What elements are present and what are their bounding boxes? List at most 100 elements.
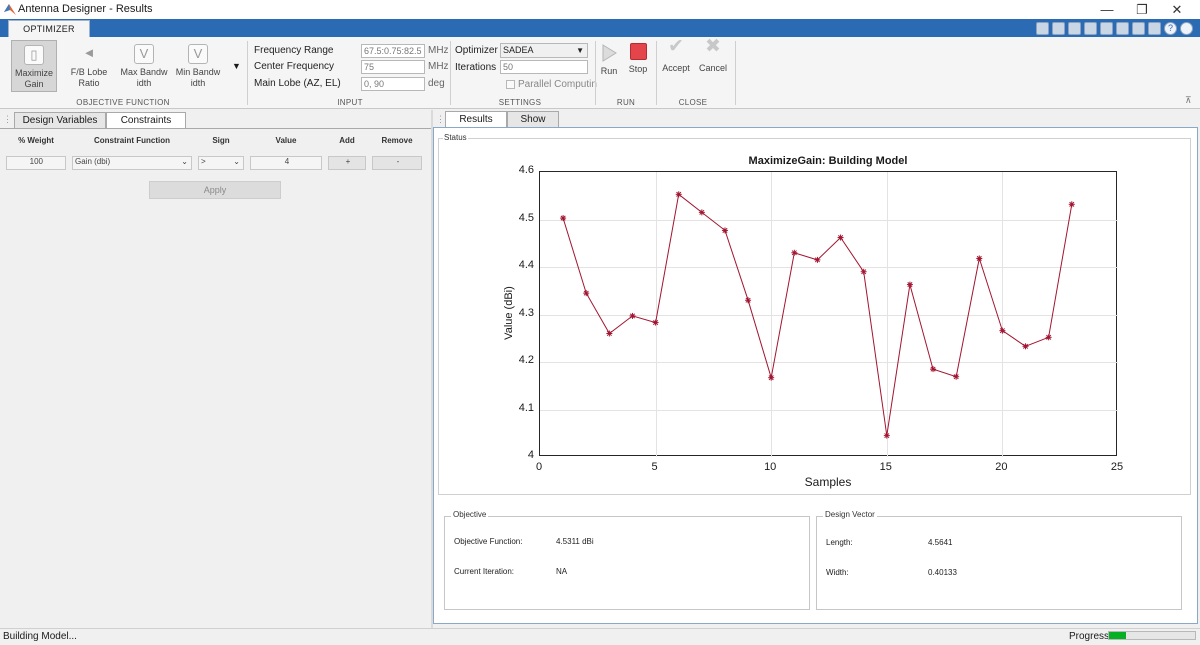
objective-function-section: OBJECTIVE FUNCTION: [76, 98, 170, 107]
layout-icon[interactable]: [1132, 22, 1145, 35]
main-lobe-input[interactable]: 0, 90: [361, 77, 425, 91]
tab-optimizer[interactable]: OPTIMIZER: [8, 20, 90, 37]
cancel-x-icon: ✖: [705, 36, 721, 57]
objective-function-label: Objective Function:: [454, 537, 523, 546]
weight-input[interactable]: 100: [6, 156, 66, 170]
copy-icon[interactable]: [1068, 22, 1081, 35]
main-lobe-unit: deg: [428, 78, 445, 89]
x-tick-label: 20: [995, 461, 1008, 473]
save-icon[interactable]: [1036, 22, 1049, 35]
sign-value: >: [201, 157, 206, 166]
collapse-ribbon-icon[interactable]: ⊼: [1185, 95, 1192, 106]
run-section: RUN: [616, 98, 636, 107]
current-iteration-value: NA: [556, 567, 568, 576]
progress-fill: [1109, 632, 1127, 639]
optimizer-label: Optimizer: [455, 45, 498, 56]
panel-grip-icon: ⋮: [3, 114, 12, 124]
data-point: [768, 374, 775, 381]
data-point: [1022, 343, 1029, 350]
redo-icon[interactable]: [1116, 22, 1129, 35]
value-input[interactable]: 4: [250, 156, 322, 170]
optimizer-select[interactable]: SADEA ▼: [500, 43, 588, 58]
cancel-label: Cancel: [698, 63, 727, 73]
iterations-input[interactable]: 50: [500, 60, 588, 74]
remove-constraint-button[interactable]: -: [372, 156, 422, 170]
y-axis-label: Value (dBi): [503, 286, 515, 340]
cancel-button[interactable]: ✖ Cancel: [696, 36, 730, 85]
accept-button[interactable]: ✔ Accept: [659, 37, 693, 85]
run-button[interactable]: Run: [598, 39, 620, 85]
cut-icon[interactable]: [1052, 22, 1065, 35]
tab-constraints[interactable]: Constraints: [106, 112, 186, 129]
frequency-range-input[interactable]: 67.5:0.75:82.5: [361, 44, 425, 58]
objective-group: Objective Objective Function: 4.5311 dBi…: [444, 510, 810, 610]
data-point: [560, 215, 567, 222]
left-panel: ⋮ Design Variables Constraints % Weight …: [0, 110, 431, 628]
run-label: Run: [600, 66, 618, 76]
max-bandwidth-label-2: idth: [136, 78, 152, 88]
play-icon: [602, 44, 617, 62]
data-point: [698, 209, 705, 216]
data-point: [606, 330, 613, 337]
data-point: [652, 319, 659, 326]
stop-label: Stop: [628, 64, 648, 74]
close-button[interactable]: ✕: [1160, 0, 1194, 19]
ribbon-separator: [735, 41, 736, 105]
stop-button[interactable]: Stop: [625, 39, 651, 85]
length-value: 4.5641: [928, 538, 953, 547]
current-iteration-label: Current Iteration:: [454, 567, 515, 576]
minimize-ribbon-icon[interactable]: [1148, 22, 1161, 35]
data-point: [814, 256, 821, 263]
constraint-function-select[interactable]: Gain (dbi) ⌄: [72, 156, 192, 170]
data-point: [976, 255, 983, 262]
apply-button[interactable]: Apply: [149, 181, 281, 199]
data-point: [721, 227, 728, 234]
tab-design-variables[interactable]: Design Variables: [14, 112, 106, 129]
tab-show[interactable]: Show: [507, 111, 559, 128]
chevron-down-icon: ⌄: [233, 157, 240, 166]
settings-section: SETTINGS: [498, 98, 542, 107]
center-frequency-input[interactable]: 75: [361, 60, 425, 74]
x-axis-label: Samples: [804, 475, 852, 489]
options-icon[interactable]: [1180, 22, 1193, 35]
chart-title: MaximizeGain: Building Model: [748, 155, 908, 167]
fb-lobe-label-1: F/B Lobe: [70, 67, 108, 77]
plot-area: [539, 171, 1118, 457]
max-bandwidth-label-1: Max Bandw: [120, 67, 168, 77]
fb-lobe-ratio-button[interactable]: ◄ F/B Lobe Ratio: [64, 40, 114, 92]
objective-gallery-dropdown-icon[interactable]: ▼: [232, 61, 241, 71]
data-point: [883, 432, 890, 439]
tab-results[interactable]: Results: [445, 111, 507, 128]
ribbon-tab-strip: [0, 19, 1200, 37]
data-point: [745, 297, 752, 304]
main-lobe-label: Main Lobe (AZ, EL): [254, 78, 341, 89]
sign-select[interactable]: > ⌄: [198, 156, 244, 170]
maximize-gain-icon: ▯: [24, 45, 44, 65]
min-bandwidth-button[interactable]: V Min Bandw idth: [173, 40, 223, 92]
objective-group-title: Objective: [451, 510, 489, 519]
maximize-gain-label-2: Gain: [24, 79, 44, 89]
center-frequency-label: Center Frequency: [254, 61, 335, 72]
add-constraint-button[interactable]: +: [328, 156, 366, 170]
center-frequency-unit: MHz: [428, 61, 449, 72]
progress-bar: [1108, 631, 1196, 640]
x-tick-label: 15: [879, 461, 892, 473]
maximize-gain-button[interactable]: ▯ Maximize Gain: [11, 40, 57, 92]
paste-icon[interactable]: [1084, 22, 1097, 35]
minimize-button[interactable]: —: [1090, 0, 1124, 19]
help-icon[interactable]: ?: [1164, 22, 1177, 35]
iterations-label: Iterations: [455, 62, 497, 73]
min-bandwidth-label-2: idth: [190, 78, 206, 88]
data-point: [583, 290, 590, 297]
x-tick-label: 25: [1110, 461, 1124, 473]
undo-icon[interactable]: [1100, 22, 1113, 35]
window-title: Antenna Designer - Results: [18, 3, 153, 15]
ribbon-separator: [656, 41, 657, 105]
width-label: Width:: [826, 568, 849, 577]
max-bandwidth-button[interactable]: V Max Bandw idth: [119, 40, 169, 92]
parallel-computing-checkbox[interactable]: [506, 80, 515, 89]
stop-icon: [629, 43, 647, 60]
fb-lobe-icon: ◄: [82, 45, 96, 60]
constraint-function-value: Gain (dbi): [75, 157, 111, 166]
maximize-button[interactable]: ❐: [1125, 0, 1159, 19]
